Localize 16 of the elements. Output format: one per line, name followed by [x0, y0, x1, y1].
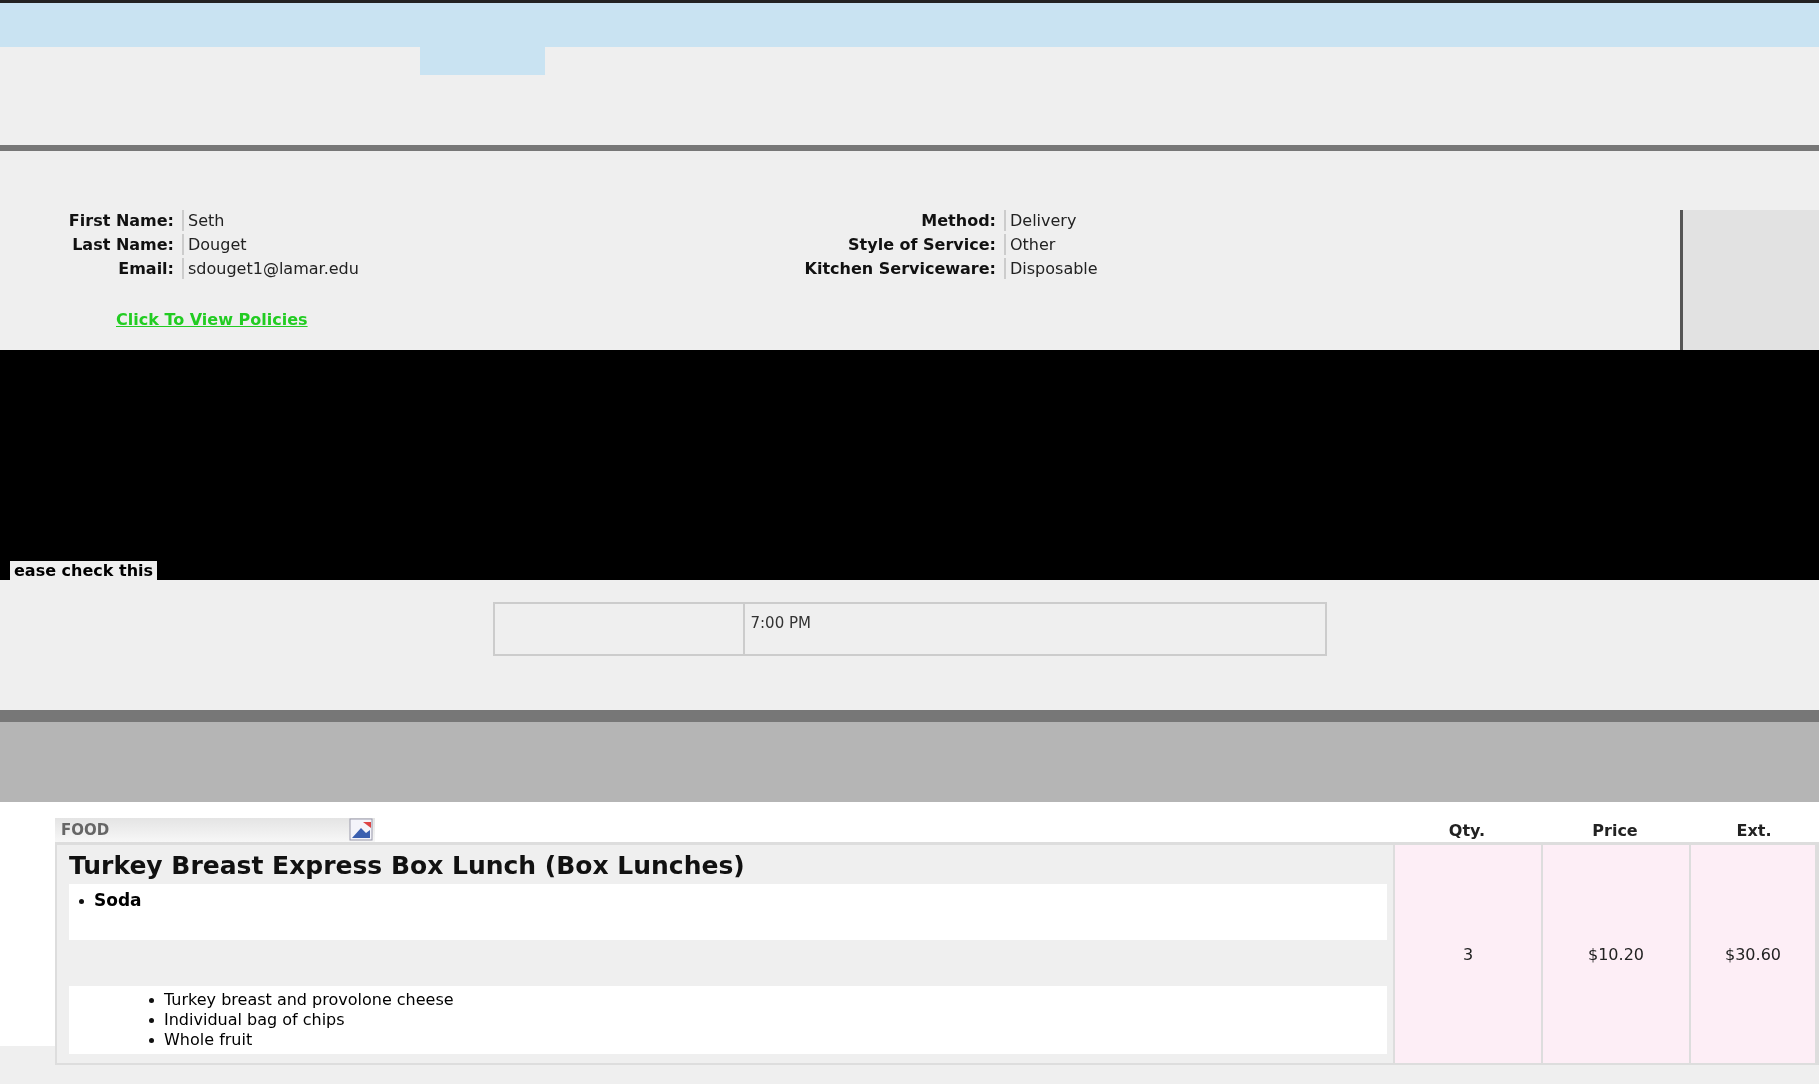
broken-image-icon	[349, 818, 375, 842]
column-header: Ext.	[1735, 821, 1773, 842]
section-title: FOOD	[60, 821, 110, 839]
item-name: Turkey Breast Express Box Lunch (Box Lunches)	[69, 851, 746, 880]
item-detail: Whole fruit	[149, 1030, 1387, 1050]
policies-link[interactable]: Click To View Policies	[116, 310, 308, 329]
item-option: Soda	[79, 890, 1387, 910]
price-cell: $10.20	[1543, 845, 1691, 1063]
notice-text: ease check this	[10, 561, 158, 580]
time-value: 7:00 PM	[749, 613, 812, 634]
column-header: Price	[1591, 821, 1639, 842]
item-detail: Turkey breast and provolone cheese	[149, 990, 1387, 1010]
item-detail: Individual bag of chips	[149, 1010, 1387, 1030]
total-cell: $30.60	[1691, 845, 1817, 1063]
quantity-cell: 3	[1395, 845, 1543, 1063]
column-header: Qty.	[1447, 821, 1487, 842]
